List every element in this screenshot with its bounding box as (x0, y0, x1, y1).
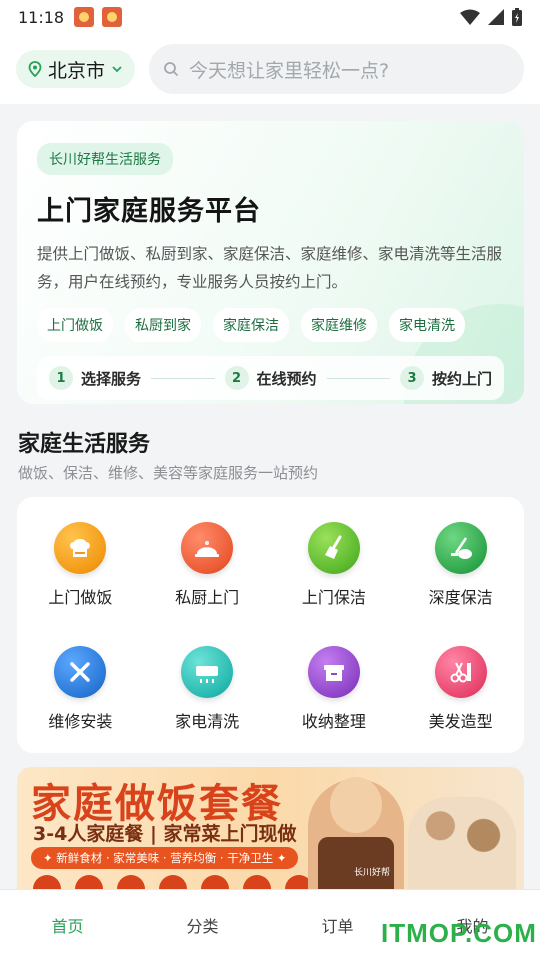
city-selector[interactable]: 北京市 (16, 50, 136, 88)
step-item: 1 选择服务 (49, 366, 141, 390)
services-grid: 上门做饭 私厨上门 上门保洁 深度保洁 维修安装 家电清洗 收纳整理 美发造型 (17, 497, 524, 753)
step-divider (151, 377, 215, 379)
step-label: 在线预约 (256, 369, 317, 388)
service-item-repair-install[interactable]: 维修安装 (17, 627, 144, 751)
hero-tag[interactable]: 家庭保洁 (213, 308, 289, 342)
cell-signal-icon (488, 9, 504, 25)
search-icon (164, 62, 179, 77)
tab-category[interactable]: 分类 (135, 890, 270, 960)
site-watermark: ITMOP.COM (381, 918, 537, 948)
step-number: 3 (400, 366, 424, 390)
step-item: 2 在线预约 (224, 366, 317, 390)
service-label: 深度保洁 (428, 588, 493, 607)
service-item-organizing[interactable]: 收纳整理 (271, 627, 398, 751)
service-item-home-cleaning[interactable]: 上门保洁 (271, 503, 398, 627)
tools-icon (54, 646, 107, 698)
hero-tag-list: 上门做饭 私厨到家 家庭保洁 家庭维修 家电清洗 (37, 308, 504, 342)
hero-tag[interactable]: 家电清洗 (389, 308, 465, 342)
chef-hat-icon (54, 522, 107, 574)
search-placeholder: 今天想让家里轻松一点? (189, 59, 390, 82)
hero-tag[interactable]: 上门做饭 (37, 308, 113, 342)
family-dining-illustration (408, 797, 516, 893)
service-item-home-cooking[interactable]: 上门做饭 (17, 503, 144, 627)
tab-home[interactable]: 首页 (0, 890, 135, 960)
step-label: 按约上门 (432, 369, 493, 388)
service-label: 上门做饭 (48, 588, 113, 607)
section-title: 家庭生活服务 (18, 432, 151, 457)
hero-card[interactable]: 长川好帮生活服务 上门家庭服务平台 提供上门做饭、私厨到家、家庭保洁、家庭维修、… (17, 121, 524, 404)
hero-tag[interactable]: 私厨到家 (125, 308, 201, 342)
vacuum-icon (434, 522, 487, 574)
cloche-icon (181, 522, 234, 574)
section-subtitle: 做饭、保洁、维修、美容等家庭服务一站预约 (18, 464, 319, 482)
chevron-down-icon (112, 66, 122, 73)
air-conditioner-icon (181, 646, 234, 698)
service-item-hair-styling[interactable]: 美发造型 (397, 627, 524, 751)
location-pin-icon (28, 61, 42, 77)
step-number: 1 (49, 366, 73, 390)
search-input[interactable]: 今天想让家里轻松一点? (149, 44, 524, 94)
step-label: 选择服务 (81, 369, 142, 388)
hero-description: 提供上门做饭、私厨到家、家庭保洁、家庭维修、家电清洗等生活服务，用户在线预约，专… (37, 245, 503, 291)
service-label: 上门保洁 (301, 588, 366, 607)
step-divider (326, 377, 390, 379)
notification-app-icon (102, 7, 123, 27)
scissors-comb-icon (434, 646, 487, 698)
storage-box-icon (307, 646, 360, 698)
battery-icon (512, 8, 522, 26)
step-item: 3 按约上门 (400, 366, 492, 390)
broom-icon (307, 522, 360, 574)
service-label: 私厨上门 (175, 588, 240, 607)
promo-banner[interactable]: 家庭做饭套餐 3-4人家庭餐 | 家常菜上门现做 ✦ 新鲜食材 · 家常美味 ·… (17, 767, 524, 893)
service-item-appliance-cleaning[interactable]: 家电清洗 (144, 627, 271, 751)
hero-tag[interactable]: 家庭维修 (301, 308, 377, 342)
booking-steps: 1 选择服务 2 在线预约 3 按约上门 (37, 356, 504, 400)
apron-logo-text: 长川好帮 (353, 868, 390, 878)
service-item-deep-cleaning[interactable]: 深度保洁 (397, 503, 524, 627)
service-label: 收纳整理 (301, 712, 366, 731)
banner-feature-strip: ✦ 新鲜食材 · 家常美味 · 营养均衡 · 干净卫生 ✦ (31, 847, 299, 869)
city-name: 北京市 (48, 59, 106, 82)
service-label: 美发造型 (428, 712, 493, 731)
wifi-icon (460, 9, 480, 25)
service-label: 家电清洗 (175, 712, 240, 731)
service-label: 维修安装 (48, 712, 113, 731)
top-bar: 北京市 今天想让家里轻松一点? (0, 34, 540, 104)
hero-badge: 长川好帮生活服务 (37, 143, 173, 175)
notification-app-icon (74, 7, 95, 27)
service-item-private-chef[interactable]: 私厨上门 (144, 503, 271, 627)
status-bar: 11:18 (0, 0, 540, 34)
banner-subtitle: 3-4人家庭餐 | 家常菜上门现做 (33, 823, 297, 845)
hero-title: 上门家庭服务平台 (37, 196, 261, 227)
step-number: 2 (224, 366, 249, 390)
status-time: 11:18 (18, 7, 65, 27)
